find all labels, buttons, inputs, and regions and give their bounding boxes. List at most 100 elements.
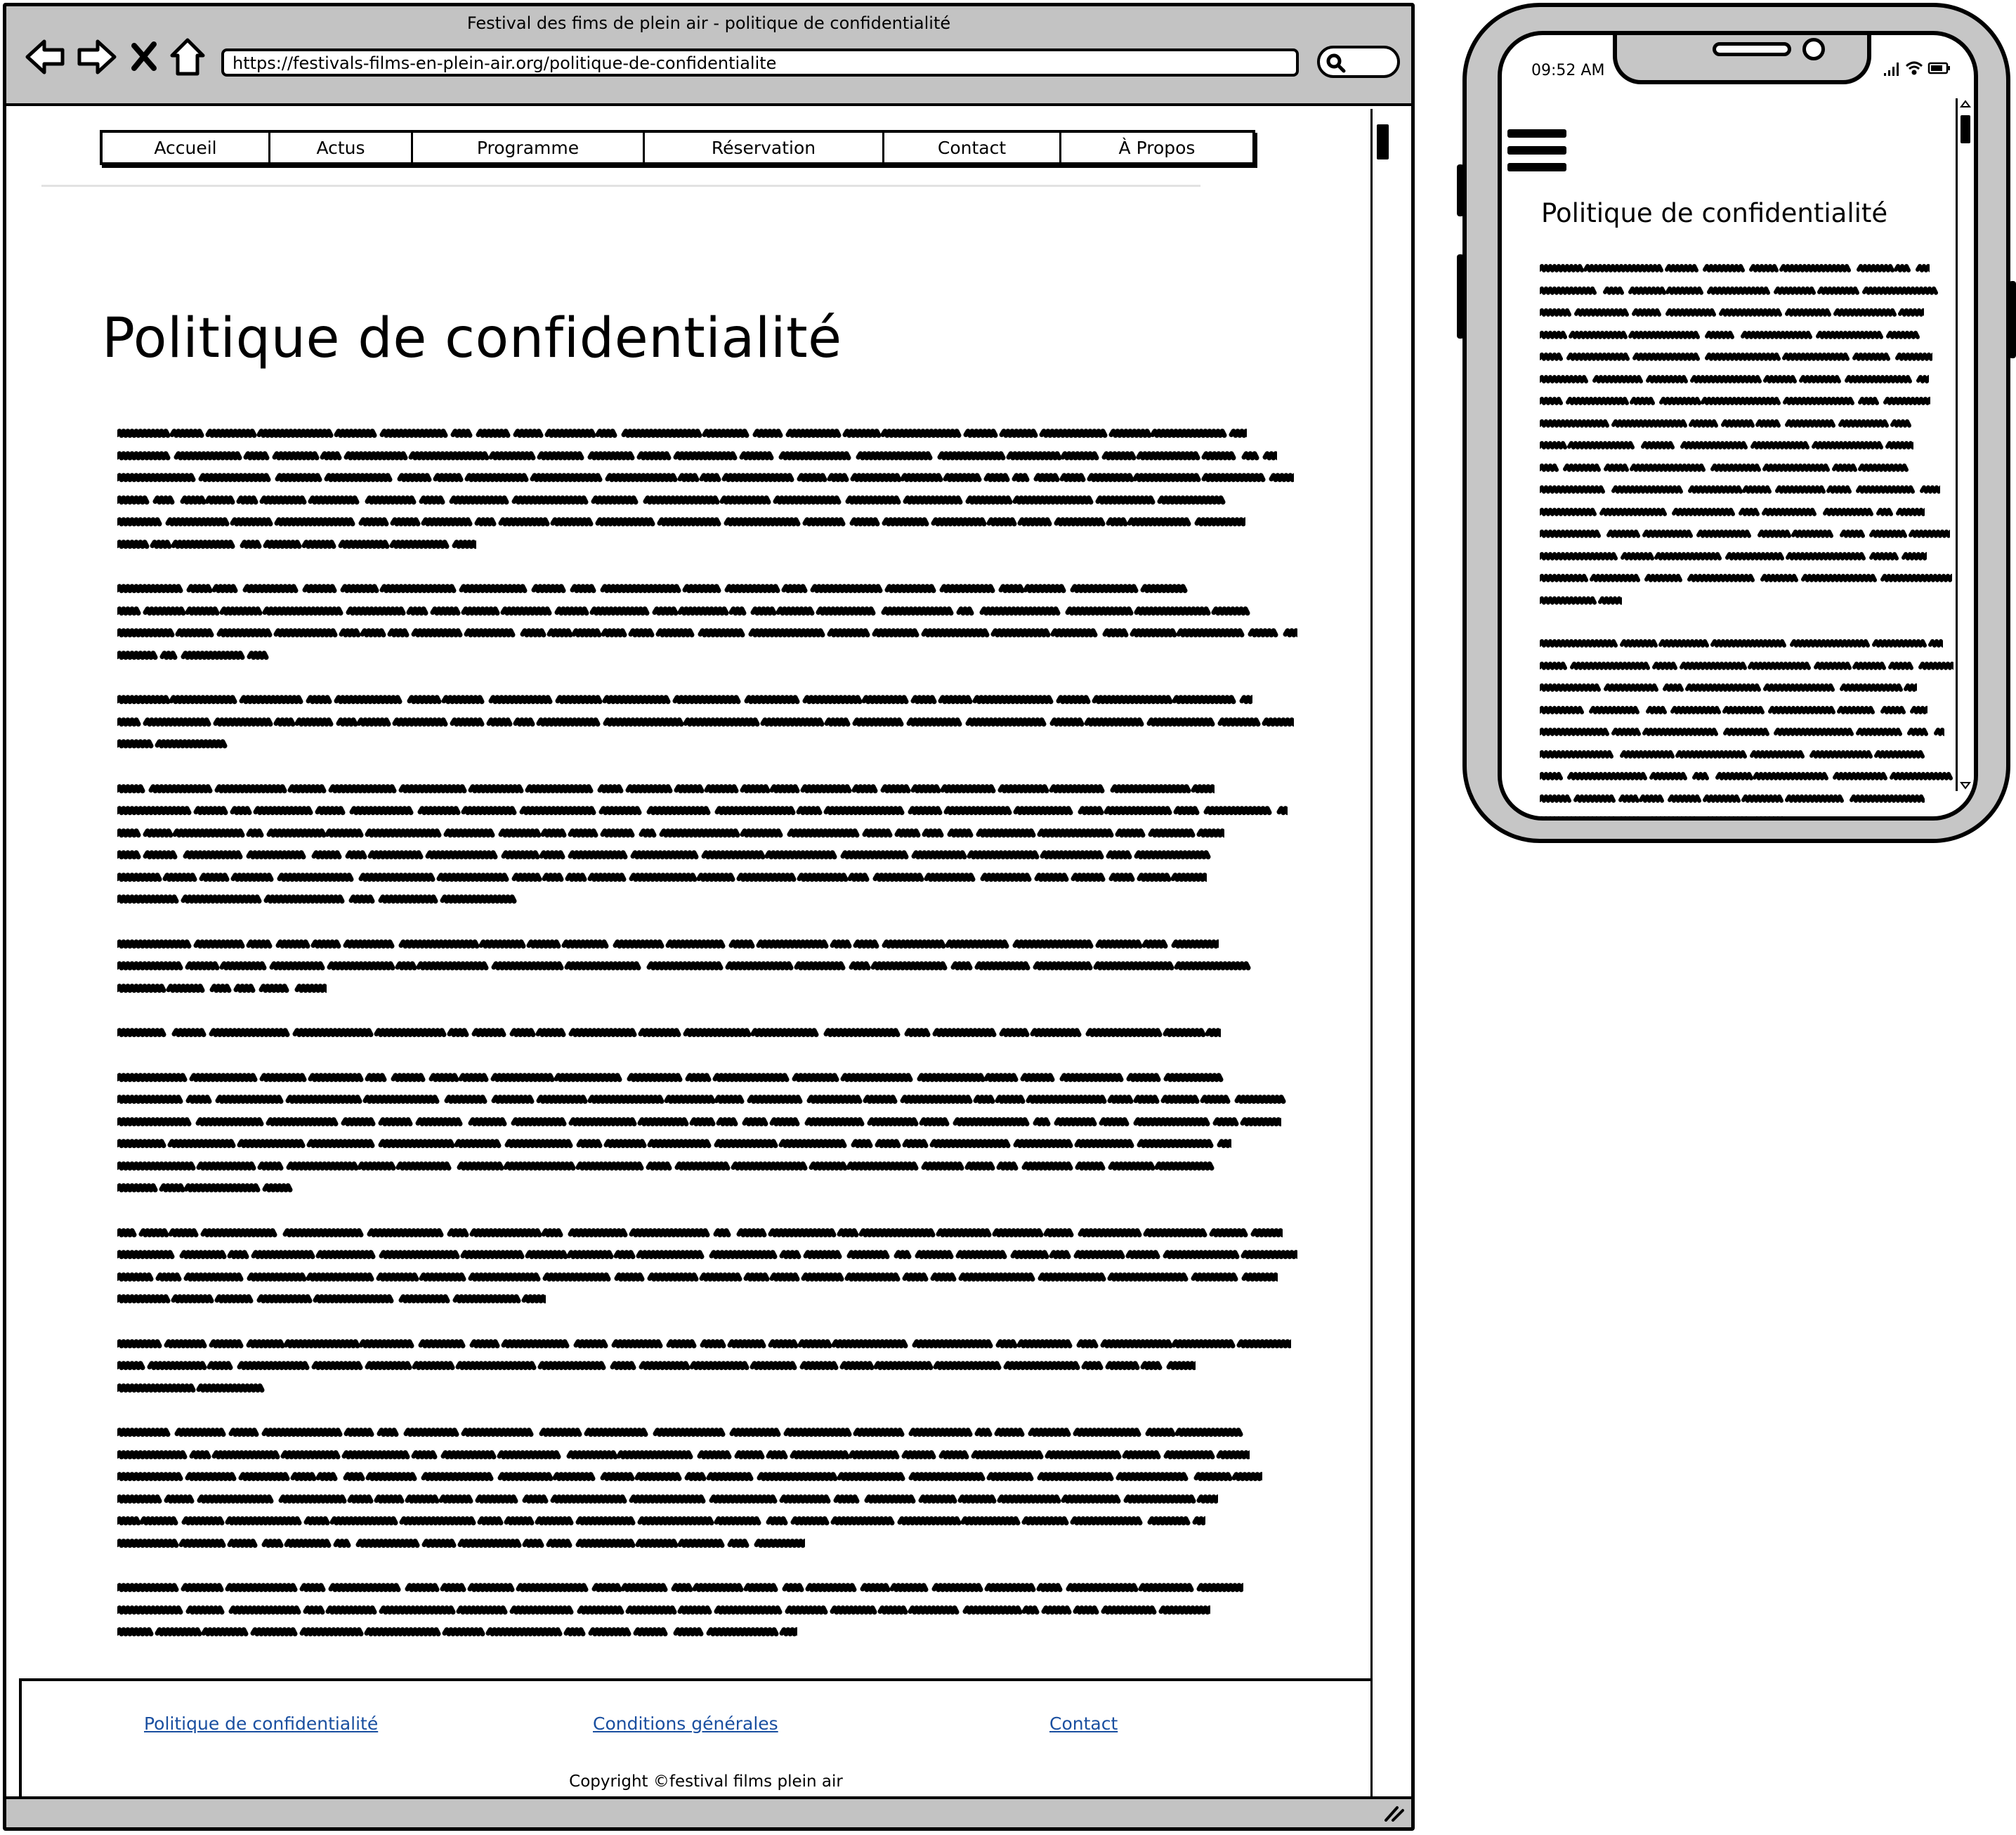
placeholder-text-line — [1540, 794, 1925, 803]
placeholder-text-line — [117, 473, 1294, 483]
placeholder-text-line — [1540, 809, 1783, 821]
placeholder-text-line — [117, 1095, 1286, 1104]
scroll-down-icon[interactable] — [1960, 781, 1971, 790]
phone-clock: 09:52 AM — [1531, 62, 1605, 79]
nav-item-accueil[interactable]: Accueil — [103, 133, 270, 162]
placeholder-text-line — [117, 1161, 1215, 1170]
placeholder-text-line — [1540, 573, 1952, 582]
placeholder-paragraph — [117, 1333, 1311, 1399]
placeholder-text-line — [117, 894, 517, 904]
home-icon[interactable] — [166, 37, 209, 77]
nav-item-reservation[interactable]: Réservation — [645, 133, 884, 162]
placeholder-paragraph — [117, 1421, 1311, 1554]
placeholder-text-line — [117, 1338, 1291, 1348]
placeholder-text-line — [1540, 507, 1925, 516]
stop-x-icon[interactable] — [130, 37, 158, 77]
forward-arrow-icon[interactable] — [75, 37, 117, 77]
placeholder-text-line — [117, 850, 1211, 860]
search-icon — [1326, 53, 1346, 73]
placeholder-text-line — [117, 695, 1252, 705]
placeholder-text-line — [117, 1538, 805, 1548]
placeholder-text-line — [117, 1116, 1281, 1126]
placeholder-paragraph — [117, 778, 1311, 910]
hamburger-menu-icon[interactable] — [1507, 129, 1566, 178]
footer-link-contact[interactable]: Contact — [1049, 1713, 1118, 1734]
placeholder-paragraph — [117, 422, 1311, 555]
placeholder-text-line — [117, 584, 1188, 594]
footer-link-terms[interactable]: Conditions générales — [593, 1713, 778, 1734]
nav-divider — [41, 185, 1200, 187]
placeholder-text-line — [1540, 419, 1911, 428]
placeholder-text-line — [117, 1361, 1196, 1371]
scroll-thumb[interactable] — [1377, 124, 1389, 159]
placeholder-text-line — [1540, 596, 1622, 605]
placeholder-text-line — [117, 450, 1277, 460]
mobile-scroll-thumb[interactable] — [1961, 115, 1970, 143]
mobile-page-title: Politique de confidentialité — [1541, 198, 1888, 228]
placeholder-text-line — [117, 1627, 797, 1637]
placeholder-text-line — [1540, 727, 1944, 736]
placeholder-text-line — [117, 939, 1219, 948]
nav-item-a-propos[interactable]: À Propos — [1061, 133, 1252, 162]
nav-item-actus[interactable]: Actus — [270, 133, 413, 162]
main-navigation: Accueil Actus Programme Réservation Cont… — [100, 130, 1255, 165]
placeholder-text-line — [117, 1183, 293, 1193]
placeholder-text-line — [1540, 750, 1925, 759]
placeholder-text-line — [1540, 463, 1909, 472]
placeholder-text-line — [1540, 705, 1927, 714]
nav-item-contact[interactable]: Contact — [884, 133, 1061, 162]
page-scrollbar[interactable] — [1370, 109, 1394, 1801]
placeholder-text-line — [117, 1383, 265, 1392]
scroll-up-icon[interactable] — [1960, 100, 1971, 108]
phone-side-button — [2009, 281, 2016, 358]
placeholder-text-line — [117, 1494, 1218, 1503]
wifi-icon — [1905, 61, 1923, 75]
placeholder-text-line — [1540, 263, 1930, 273]
placeholder-text-line — [117, 961, 1251, 971]
back-arrow-icon[interactable] — [25, 37, 67, 77]
placeholder-text-line — [1540, 396, 1930, 405]
mobile-scrollbar[interactable] — [1956, 98, 1974, 791]
page-body-text — [117, 422, 1311, 1666]
page-title: Politique de confidentialité — [102, 307, 842, 370]
placeholder-text-line — [1540, 374, 1929, 384]
placeholder-text-line — [1540, 551, 1927, 561]
placeholder-text-line — [117, 1072, 1224, 1082]
placeholder-paragraph — [1540, 257, 1954, 611]
browser-search-button[interactable] — [1317, 46, 1400, 78]
placeholder-text-line — [117, 872, 1207, 882]
placeholder-text-line — [1540, 639, 1943, 648]
placeholder-text-line — [1540, 352, 1932, 361]
resize-grip-icon[interactable] — [1383, 1805, 1404, 1822]
browser-status-bar — [6, 1796, 1411, 1827]
placeholder-text-line — [1540, 286, 1938, 295]
window-title: Festival des fims de plein air - politiq… — [466, 13, 951, 33]
placeholder-text-line — [117, 650, 269, 660]
placeholder-text-line — [1540, 661, 1953, 670]
placeholder-text-line — [117, 1250, 1297, 1260]
placeholder-text-line — [117, 429, 1247, 438]
page-footer: Politique de confidentialité Conditions … — [19, 1678, 1393, 1801]
url-bar[interactable]: https://festivals-films-en-plein-air.org… — [221, 48, 1299, 77]
placeholder-paragraph — [117, 1021, 1311, 1044]
placeholder-text-line — [117, 1227, 1283, 1237]
placeholder-paragraph — [117, 1576, 1311, 1643]
placeholder-text-line — [117, 1294, 546, 1304]
placeholder-text-line — [1540, 330, 1920, 339]
placeholder-text-line — [117, 539, 476, 549]
nav-item-programme[interactable]: Programme — [413, 133, 645, 162]
phone-side-button — [1457, 254, 1464, 339]
placeholder-text-line — [1540, 485, 1940, 494]
phone-camera — [1802, 38, 1825, 60]
placeholder-text-line — [117, 806, 1288, 816]
browser-toolbar: Festival des fims de plein air - politiq… — [6, 6, 1411, 106]
placeholder-text-line — [117, 495, 1226, 504]
placeholder-text-line — [1540, 771, 1953, 781]
placeholder-text-line — [1540, 308, 1924, 317]
placeholder-text-line — [1540, 683, 1917, 692]
phone-status-icons — [1883, 59, 1953, 80]
footer-link-privacy[interactable]: Politique de confidentialité — [144, 1713, 378, 1734]
phone-speaker — [1713, 42, 1791, 56]
placeholder-text-line — [117, 1028, 1221, 1038]
placeholder-text-line — [117, 1472, 1262, 1482]
